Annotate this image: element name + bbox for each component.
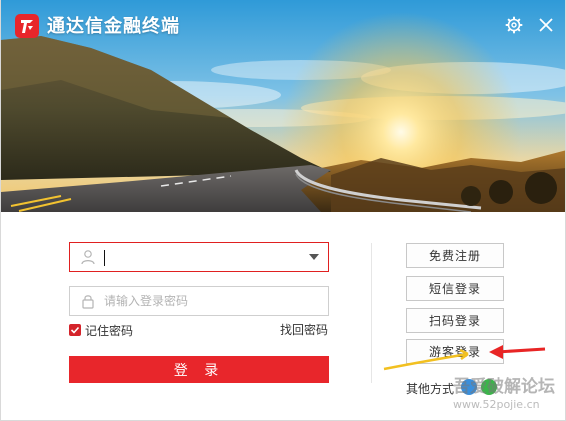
- banner: 通达信金融终端: [1, 0, 565, 212]
- title-bar: 通达信金融终端: [1, 0, 565, 52]
- guest-login-button[interactable]: 游客登录: [406, 339, 504, 364]
- username-input[interactable]: [104, 247, 300, 267]
- login-window: 通达信金融终端 记住密码 找回密码 登 录 免费注册 短信登录 扫码登录 游客登…: [0, 0, 566, 421]
- password-input[interactable]: [104, 291, 300, 311]
- settings-button[interactable]: [501, 12, 527, 38]
- tdx-logo-icon: [15, 14, 39, 38]
- password-field[interactable]: [69, 286, 329, 316]
- gear-icon: [505, 16, 523, 34]
- checkbox-box[interactable]: [69, 324, 81, 336]
- forgot-password-link[interactable]: 找回密码: [280, 322, 328, 338]
- remember-password-checkbox[interactable]: 记住密码: [69, 322, 133, 338]
- check-icon: [70, 326, 80, 334]
- lock-icon: [82, 295, 94, 309]
- user-icon: [81, 250, 95, 265]
- close-icon: [539, 18, 553, 32]
- sms-login-button[interactable]: 短信登录: [406, 276, 504, 301]
- close-button[interactable]: [533, 12, 559, 38]
- login-button[interactable]: 登 录: [69, 356, 329, 383]
- vertical-divider: [371, 243, 372, 383]
- other-methods-label: 其他方式: [406, 382, 455, 396]
- app-title: 通达信金融终端: [47, 16, 180, 37]
- qq-icon: [461, 379, 477, 395]
- watermark-url: www.52pojie.cn: [453, 398, 540, 411]
- text-caret: [104, 250, 105, 266]
- free-register-button[interactable]: 免费注册: [406, 243, 504, 268]
- wechat-icon: [481, 379, 497, 395]
- username-field[interactable]: [69, 242, 329, 272]
- scan-login-button[interactable]: 扫码登录: [406, 308, 504, 333]
- remember-password-label: 记住密码: [85, 323, 134, 338]
- other-login-icons[interactable]: [460, 376, 520, 398]
- chevron-down-icon[interactable]: [309, 254, 319, 260]
